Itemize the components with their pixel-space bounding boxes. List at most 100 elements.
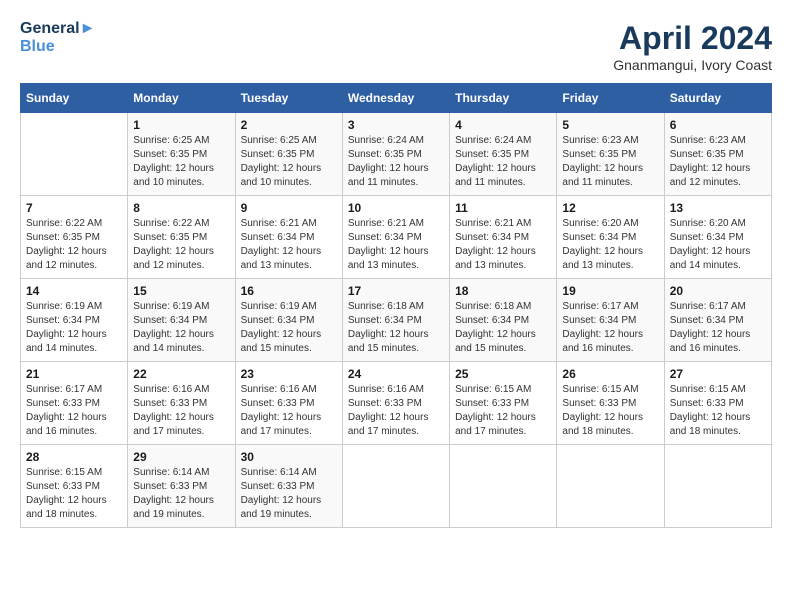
day-info: Sunrise: 6:21 AM Sunset: 6:34 PM Dayligh… (348, 217, 444, 273)
day-info: Sunrise: 6:16 AM Sunset: 6:33 PM Dayligh… (133, 383, 229, 439)
calendar-cell: 30 Sunrise: 6:14 AM Sunset: 6:33 PM Dayli… (235, 445, 342, 528)
day-info: Sunrise: 6:15 AM Sunset: 6:33 PM Dayligh… (26, 466, 122, 522)
calendar-week-5: 28 Sunrise: 6:15 AM Sunset: 6:33 PM Dayli… (21, 445, 772, 528)
calendar-cell: 4 Sunrise: 6:24 AM Sunset: 6:35 PM Daylig… (450, 113, 557, 196)
day-number: 26 (562, 367, 658, 381)
logo: General► Blue (20, 20, 95, 55)
day-number: 28 (26, 450, 122, 464)
calendar-cell: 18Sunrise: 6:18 AM Sunset: 6:34 PM Dayli… (450, 279, 557, 362)
day-info: Sunrise: 6:22 AM Sunset: 6:35 PM Dayligh… (133, 217, 229, 273)
calendar-cell: 7 Sunrise: 6:22 AM Sunset: 6:35 PM Daylig… (21, 196, 128, 279)
calendar-cell: 26 Sunrise: 6:15 AM Sunset: 6:33 PM Dayli… (557, 362, 664, 445)
day-number: 30 (241, 450, 337, 464)
col-saturday: Saturday (664, 84, 771, 113)
day-info: Sunrise: 6:23 AM Sunset: 6:35 PM Dayligh… (562, 134, 658, 190)
calendar-cell: 14Sunrise: 6:19 AM Sunset: 6:34 PM Dayli… (21, 279, 128, 362)
day-number: 10 (348, 201, 444, 215)
calendar-table: Sunday Monday Tuesday Wednesday Thursday… (20, 83, 772, 528)
calendar-week-3: 14Sunrise: 6:19 AM Sunset: 6:34 PM Dayli… (21, 279, 772, 362)
day-number: 17 (348, 284, 444, 298)
day-number: 23 (241, 367, 337, 381)
calendar-cell: 23Sunrise: 6:16 AM Sunset: 6:33 PM Dayli… (235, 362, 342, 445)
day-info: Sunrise: 6:17 AM Sunset: 6:34 PM Dayligh… (562, 300, 658, 356)
calendar-title: April 2024 (613, 20, 772, 57)
calendar-cell: 29 Sunrise: 6:14 AM Sunset: 6:33 PM Dayli… (128, 445, 235, 528)
day-info: Sunrise: 6:20 AM Sunset: 6:34 PM Dayligh… (670, 217, 766, 273)
day-number: 2 (241, 118, 337, 132)
calendar-cell (21, 113, 128, 196)
calendar-cell: 17 Sunrise: 6:18 AM Sunset: 6:34 PM Dayli… (342, 279, 449, 362)
calendar-subtitle: Gnanmangui, Ivory Coast (613, 57, 772, 73)
day-number: 27 (670, 367, 766, 381)
calendar-week-2: 7 Sunrise: 6:22 AM Sunset: 6:35 PM Daylig… (21, 196, 772, 279)
day-number: 22 (133, 367, 229, 381)
day-info: Sunrise: 6:16 AM Sunset: 6:33 PM Dayligh… (348, 383, 444, 439)
day-info: Sunrise: 6:22 AM Sunset: 6:35 PM Dayligh… (26, 217, 122, 273)
calendar-cell (557, 445, 664, 528)
calendar-cell: 24 Sunrise: 6:16 AM Sunset: 6:33 PM Dayli… (342, 362, 449, 445)
col-tuesday: Tuesday (235, 84, 342, 113)
day-info: Sunrise: 6:21 AM Sunset: 6:34 PM Dayligh… (241, 217, 337, 273)
col-monday: Monday (128, 84, 235, 113)
col-wednesday: Wednesday (342, 84, 449, 113)
day-info: Sunrise: 6:21 AM Sunset: 6:34 PM Dayligh… (455, 217, 551, 273)
day-number: 4 (455, 118, 551, 132)
calendar-cell: 9 Sunrise: 6:21 AM Sunset: 6:34 PM Daylig… (235, 196, 342, 279)
title-block: April 2024 Gnanmangui, Ivory Coast (613, 20, 772, 73)
day-number: 29 (133, 450, 229, 464)
day-info: Sunrise: 6:19 AM Sunset: 6:34 PM Dayligh… (241, 300, 337, 356)
calendar-cell: 13 Sunrise: 6:20 AM Sunset: 6:34 PM Dayli… (664, 196, 771, 279)
day-number: 25 (455, 367, 551, 381)
day-number: 12 (562, 201, 658, 215)
day-info: Sunrise: 6:19 AM Sunset: 6:34 PM Dayligh… (133, 300, 229, 356)
day-info: Sunrise: 6:18 AM Sunset: 6:34 PM Dayligh… (455, 300, 551, 356)
calendar-cell (342, 445, 449, 528)
day-number: 20 (670, 284, 766, 298)
calendar-cell: 25 Sunrise: 6:15 AM Sunset: 6:33 PM Dayli… (450, 362, 557, 445)
day-number: 15 (133, 284, 229, 298)
col-sunday: Sunday (21, 84, 128, 113)
calendar-cell: 5 Sunrise: 6:23 AM Sunset: 6:35 PM Daylig… (557, 113, 664, 196)
day-number: 16 (241, 284, 337, 298)
calendar-week-4: 21Sunrise: 6:17 AM Sunset: 6:33 PM Dayli… (21, 362, 772, 445)
day-number: 11 (455, 201, 551, 215)
day-info: Sunrise: 6:17 AM Sunset: 6:33 PM Dayligh… (26, 383, 122, 439)
day-number: 13 (670, 201, 766, 215)
day-info: Sunrise: 6:15 AM Sunset: 6:33 PM Dayligh… (562, 383, 658, 439)
calendar-cell: 1 Sunrise: 6:25 AM Sunset: 6:35 PM Daylig… (128, 113, 235, 196)
day-number: 7 (26, 201, 122, 215)
col-thursday: Thursday (450, 84, 557, 113)
day-info: Sunrise: 6:19 AM Sunset: 6:34 PM Dayligh… (26, 300, 122, 356)
col-friday: Friday (557, 84, 664, 113)
day-number: 9 (241, 201, 337, 215)
calendar-cell: 20 Sunrise: 6:17 AM Sunset: 6:34 PM Dayli… (664, 279, 771, 362)
header-row: Sunday Monday Tuesday Wednesday Thursday… (21, 84, 772, 113)
day-number: 5 (562, 118, 658, 132)
calendar-cell: 10 Sunrise: 6:21 AM Sunset: 6:34 PM Dayli… (342, 196, 449, 279)
day-info: Sunrise: 6:24 AM Sunset: 6:35 PM Dayligh… (455, 134, 551, 190)
day-number: 1 (133, 118, 229, 132)
day-number: 3 (348, 118, 444, 132)
day-info: Sunrise: 6:17 AM Sunset: 6:34 PM Dayligh… (670, 300, 766, 356)
day-info: Sunrise: 6:23 AM Sunset: 6:35 PM Dayligh… (670, 134, 766, 190)
calendar-cell: 15 Sunrise: 6:19 AM Sunset: 6:34 PM Dayli… (128, 279, 235, 362)
page-header: General► Blue April 2024 Gnanmangui, Ivo… (20, 20, 772, 73)
day-info: Sunrise: 6:14 AM Sunset: 6:33 PM Dayligh… (241, 466, 337, 522)
calendar-cell: 21Sunrise: 6:17 AM Sunset: 6:33 PM Dayli… (21, 362, 128, 445)
calendar-cell: 12 Sunrise: 6:20 AM Sunset: 6:34 PM Dayli… (557, 196, 664, 279)
day-info: Sunrise: 6:18 AM Sunset: 6:34 PM Dayligh… (348, 300, 444, 356)
day-info: Sunrise: 6:15 AM Sunset: 6:33 PM Dayligh… (455, 383, 551, 439)
day-number: 19 (562, 284, 658, 298)
calendar-week-1: 1 Sunrise: 6:25 AM Sunset: 6:35 PM Daylig… (21, 113, 772, 196)
calendar-cell: 16 Sunrise: 6:19 AM Sunset: 6:34 PM Dayli… (235, 279, 342, 362)
day-info: Sunrise: 6:24 AM Sunset: 6:35 PM Dayligh… (348, 134, 444, 190)
day-number: 6 (670, 118, 766, 132)
day-number: 24 (348, 367, 444, 381)
day-number: 8 (133, 201, 229, 215)
calendar-cell: 6 Sunrise: 6:23 AM Sunset: 6:35 PM Daylig… (664, 113, 771, 196)
day-info: Sunrise: 6:14 AM Sunset: 6:33 PM Dayligh… (133, 466, 229, 522)
day-info: Sunrise: 6:20 AM Sunset: 6:34 PM Dayligh… (562, 217, 658, 273)
calendar-cell: 27Sunrise: 6:15 AM Sunset: 6:33 PM Dayli… (664, 362, 771, 445)
calendar-cell: 3 Sunrise: 6:24 AM Sunset: 6:35 PM Daylig… (342, 113, 449, 196)
day-info: Sunrise: 6:25 AM Sunset: 6:35 PM Dayligh… (133, 134, 229, 190)
